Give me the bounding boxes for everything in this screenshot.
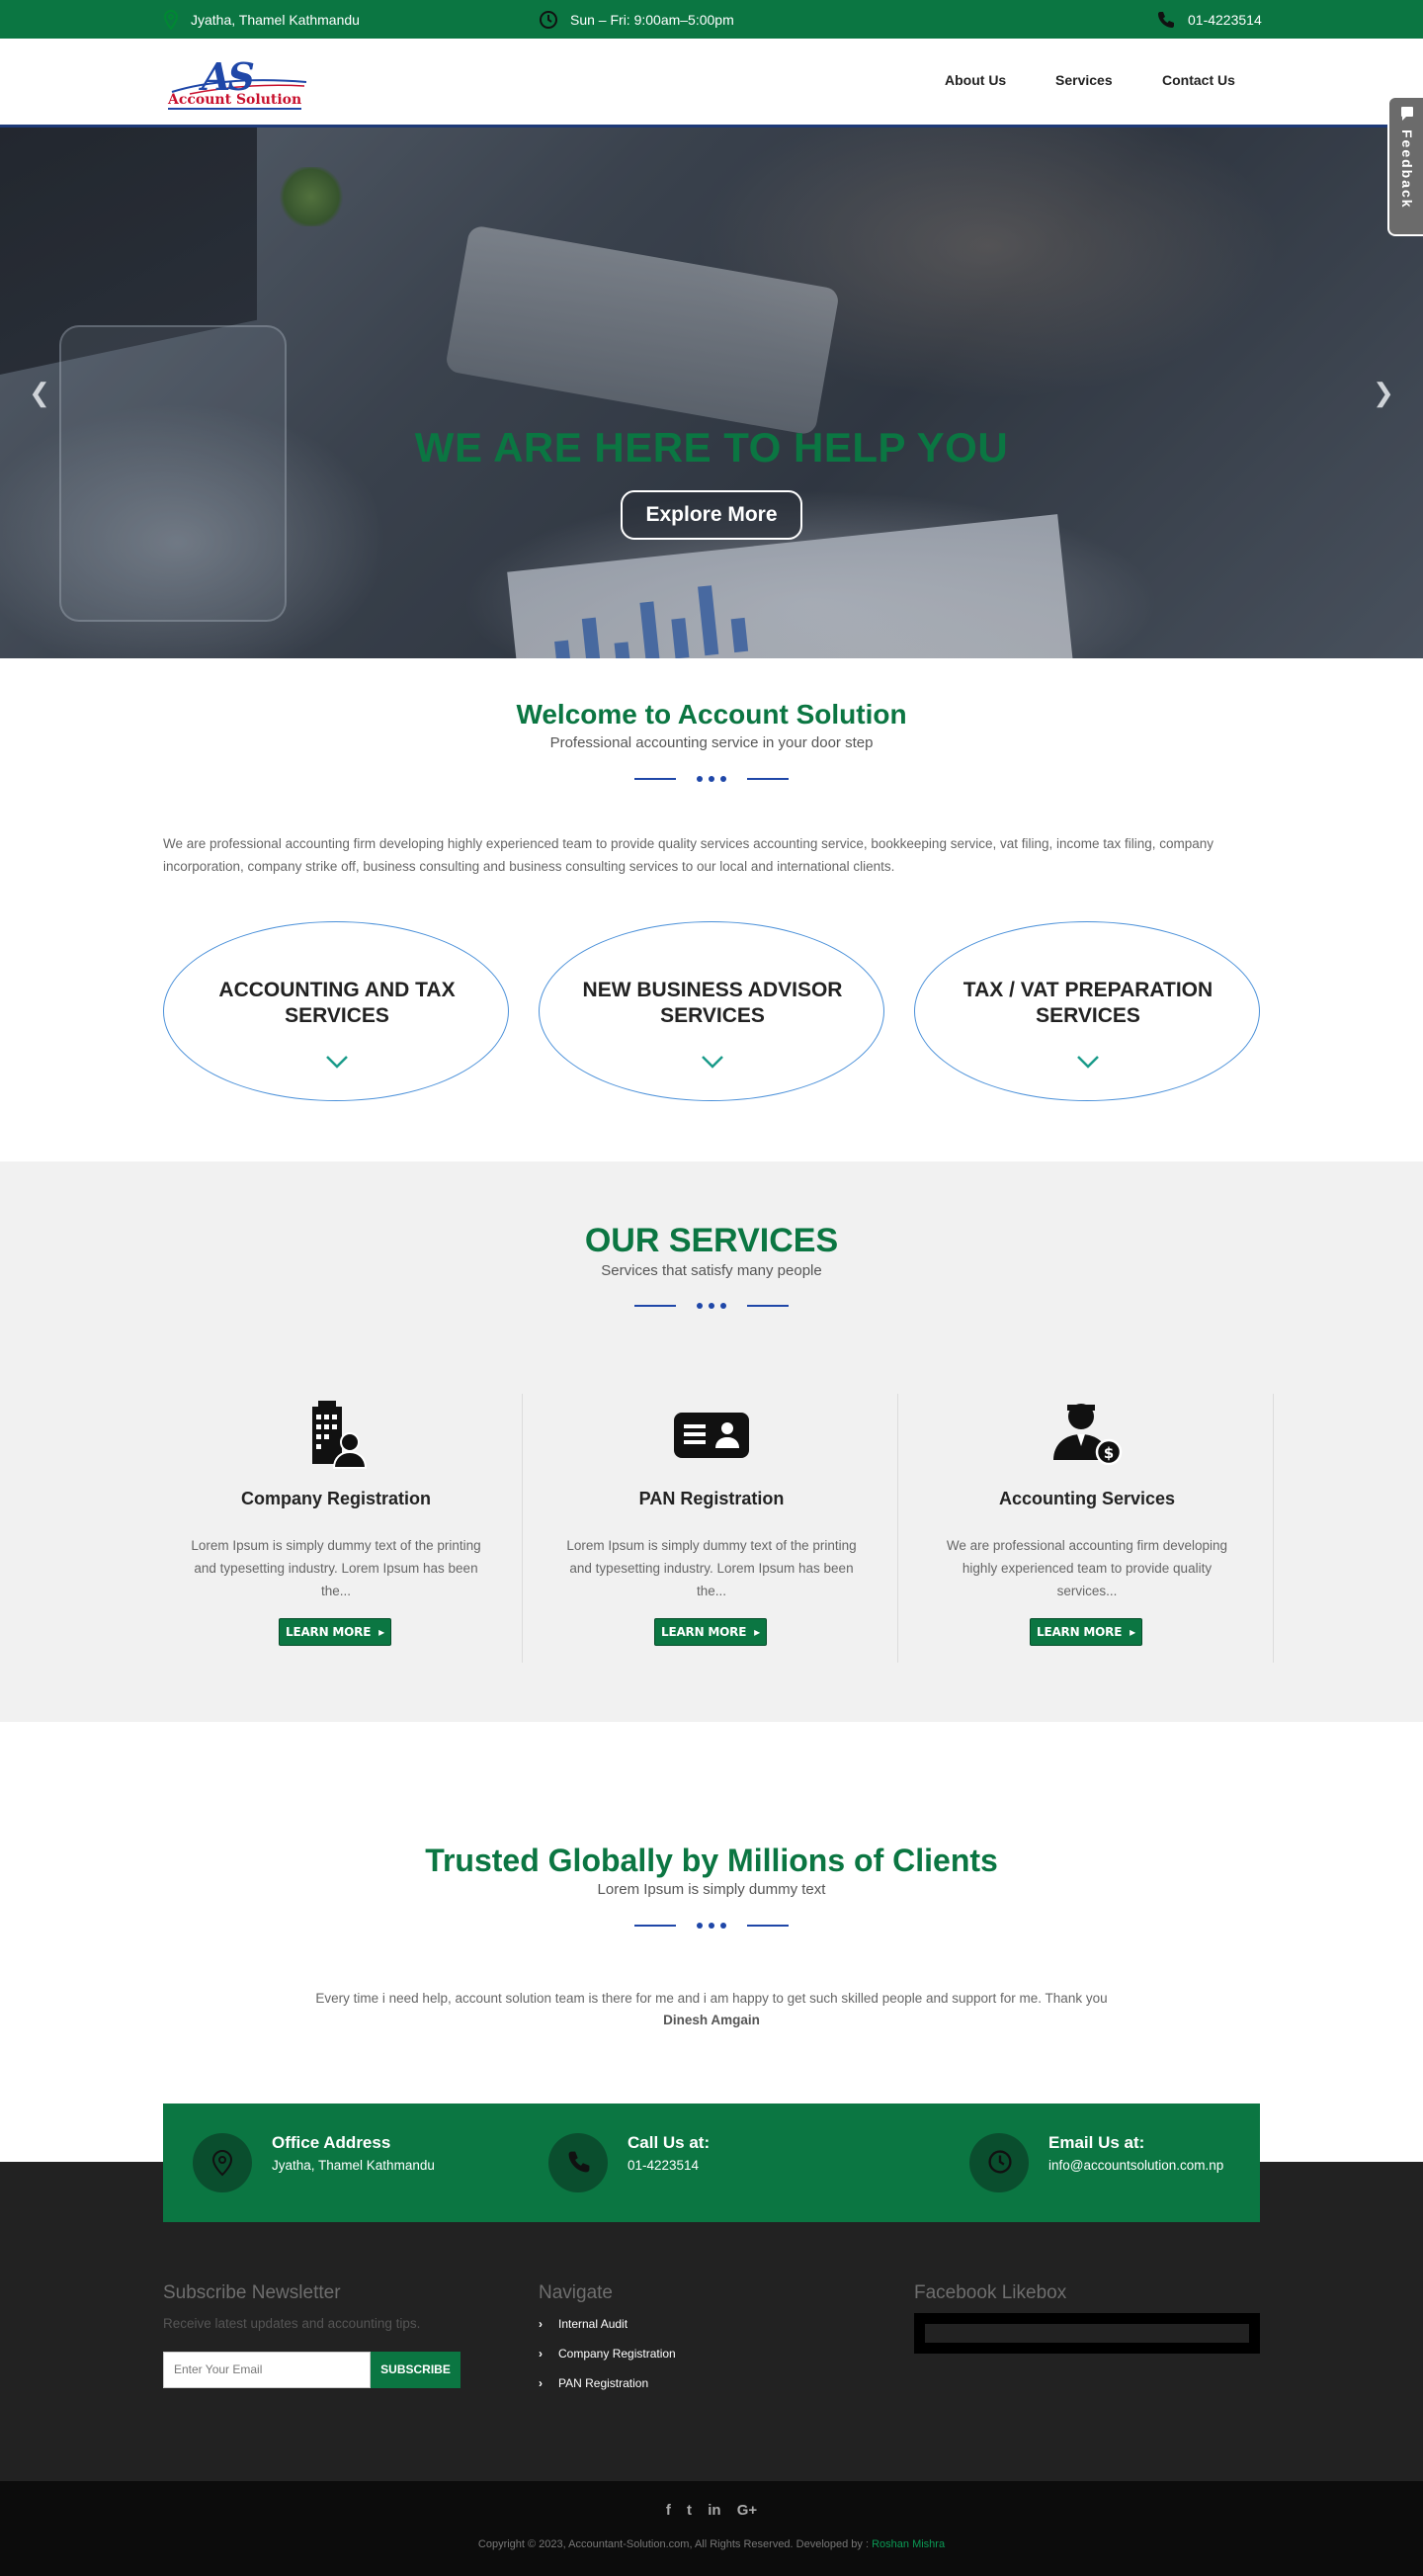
chevron-down-icon [326, 1056, 348, 1069]
chevron-down-icon [1077, 1056, 1099, 1069]
explore-more-button[interactable]: Explore More [621, 490, 802, 540]
navigate-heading: Navigate [539, 2282, 613, 2303]
facebook-heading: Facebook Likebox [914, 2282, 1067, 2303]
service-description: Lorem Ipsum is simply dummy text of the … [191, 1538, 481, 1598]
services-subtitle: Services that satisfy many people [601, 1262, 822, 1279]
learn-more-button[interactable]: LEARN MORE ▸ [279, 1618, 391, 1646]
twitter-icon[interactable]: t [687, 2502, 692, 2519]
chevron-right-icon: › [539, 2317, 543, 2331]
chat-bubble-icon [1401, 107, 1413, 121]
section-divider [634, 776, 789, 782]
service-card-company-registration: Company Registration Lorem Ipsum is simp… [148, 1394, 524, 1663]
service-card-accounting-services: $ Accounting Services We are professiona… [899, 1394, 1275, 1663]
business-advisor-oval[interactable]: NEW BUSINESS ADVISOR SERVICES [539, 921, 884, 1101]
welcome-body: We are professional accounting firm deve… [163, 836, 1214, 874]
contact-strip: Office Address Jyatha, Thamel Kathmandu … [163, 2104, 1260, 2222]
service-card-pan-registration: PAN Registration Lorem Ipsum is simply d… [524, 1394, 899, 1663]
learn-more-button[interactable]: LEARN MORE ▸ [1030, 1618, 1142, 1646]
chevron-right-icon: › [539, 2347, 543, 2361]
copyright: Copyright © 2023, Accountant-Solution.co… [477, 2538, 946, 2550]
feedback-label: Feedback [1399, 129, 1415, 210]
map-pin-icon [211, 2149, 233, 2177]
office-heading: Office Address [272, 2133, 391, 2152]
service-name: Accounting Services [998, 1489, 1176, 1508]
email-heading: Email Us at: [1048, 2133, 1145, 2152]
oval-title: TAX / VAT PREPARATION SERVICES [963, 979, 1214, 1027]
nav-contact-us[interactable]: Contact Us [1162, 72, 1235, 88]
tax-vat-oval[interactable]: TAX / VAT PREPARATION SERVICES [914, 921, 1260, 1101]
welcome-title: Welcome to Account Solution [516, 699, 907, 730]
phone-icon [568, 2151, 590, 2173]
site-logo[interactable]: AS Account Solution [164, 54, 312, 110]
facebook-icon[interactable]: f [666, 2502, 671, 2519]
section-divider [634, 1303, 789, 1309]
hero-carousel: ❮ ❯ WE ARE HERE TO HELP YOU Explore More [0, 128, 1423, 658]
service-name: PAN Registration [638, 1489, 785, 1508]
feedback-tab[interactable]: Feedback [1387, 96, 1423, 236]
footer-link-pan-registration[interactable]: › PAN Registration [539, 2376, 648, 2390]
testimonial-quote: Every time i need help, account solution… [315, 1991, 1108, 2006]
topbar-address-text: Jyatha, Thamel Kathmandu [191, 11, 360, 28]
trusted-title: Trusted Globally by Millions of Clients [425, 1843, 998, 1878]
call-value[interactable]: 01-4223514 [628, 2158, 699, 2173]
carousel-prev-icon[interactable]: ❮ [28, 375, 51, 410]
clock-icon [988, 2150, 1012, 2174]
services-title: OUR SERVICES [584, 1222, 839, 1259]
service-separator [897, 1394, 898, 1663]
trusted-subtitle: Lorem Ipsum is simply dummy text [597, 1881, 826, 1898]
nav-about-us[interactable]: About Us [945, 72, 1006, 88]
oval-title: NEW BUSINESS ADVISOR SERVICES [582, 979, 843, 1027]
topbar-address: Jyatha, Thamel Kathmandu [163, 0, 360, 39]
footer-link-internal-audit[interactable]: › Internal Audit [539, 2317, 628, 2331]
logo-text: Account Solution [168, 92, 302, 110]
testimonial-author: Dinesh Amgain [663, 2013, 760, 2027]
topbar-hours: Sun – Fri: 9:00am–5:00pm [539, 0, 734, 39]
subscribe-button[interactable]: SUBSCRIBE [371, 2352, 460, 2388]
nav-services[interactable]: Services [1055, 72, 1113, 88]
oval-title: ACCOUNTING AND TAX SERVICES [218, 979, 456, 1027]
service-description: Lorem Ipsum is simply dummy text of the … [566, 1538, 857, 1598]
footer-link-company-registration[interactable]: › Company Registration [539, 2347, 676, 2361]
office-value: Jyatha, Thamel Kathmandu [272, 2158, 435, 2173]
chevron-down-icon [702, 1056, 723, 1069]
google-plus-icon[interactable]: G+ [737, 2502, 757, 2519]
topbar-hours-text: Sun – Fri: 9:00am–5:00pm [570, 11, 734, 28]
learn-more-button[interactable]: LEARN MORE ▸ [654, 1618, 767, 1646]
topbar-phone-text: 01-4223514 [1188, 11, 1262, 28]
facebook-likebox[interactable] [914, 2313, 1260, 2354]
service-name: Company Registration [240, 1489, 432, 1508]
svg-text:$: $ [1104, 1444, 1114, 1462]
newsletter-heading: Subscribe Newsletter [163, 2282, 341, 2303]
hero-overlay [0, 128, 1423, 658]
accountant-dollar-icon: $ [1053, 1404, 1123, 1466]
developer-link[interactable]: Roshan Mishra [872, 2538, 945, 2550]
social-links: f t in G+ [0, 2502, 1423, 2519]
id-card-icon [674, 1413, 749, 1458]
hero-headline: WE ARE HERE TO HELP YOU [414, 424, 1009, 471]
building-person-icon [312, 1401, 368, 1469]
chevron-right-icon: › [539, 2376, 543, 2390]
email-value[interactable]: info@accountsolution.com.np [1048, 2158, 1223, 2173]
map-pin-icon [163, 9, 179, 30]
call-heading: Call Us at: [628, 2133, 711, 2152]
top-bar: Jyatha, Thamel Kathmandu Sun – Fri: 9:00… [0, 0, 1423, 39]
service-separator [1273, 1394, 1274, 1663]
site-header: AS Account Solution About Us Services Co… [0, 39, 1423, 128]
service-separator [522, 1394, 523, 1663]
phone-icon [1158, 11, 1174, 28]
linkedin-icon[interactable]: in [708, 2502, 720, 2519]
topbar-phone[interactable]: 01-4223514 [1156, 0, 1262, 39]
footer-bottom-bar [0, 2481, 1423, 2576]
carousel-next-icon[interactable]: ❯ [1372, 375, 1395, 410]
service-description: We are professional accounting firm deve… [946, 1538, 1228, 1598]
clock-icon [540, 10, 557, 29]
welcome-subtitle: Professional accounting service in your … [549, 734, 874, 751]
section-divider [634, 1923, 789, 1929]
accounting-tax-oval[interactable]: ACCOUNTING AND TAX SERVICES [163, 921, 509, 1101]
newsletter-subtitle: Receive latest updates and accounting ti… [163, 2316, 421, 2331]
newsletter-email-input[interactable]: Enter Your Email [163, 2352, 371, 2388]
